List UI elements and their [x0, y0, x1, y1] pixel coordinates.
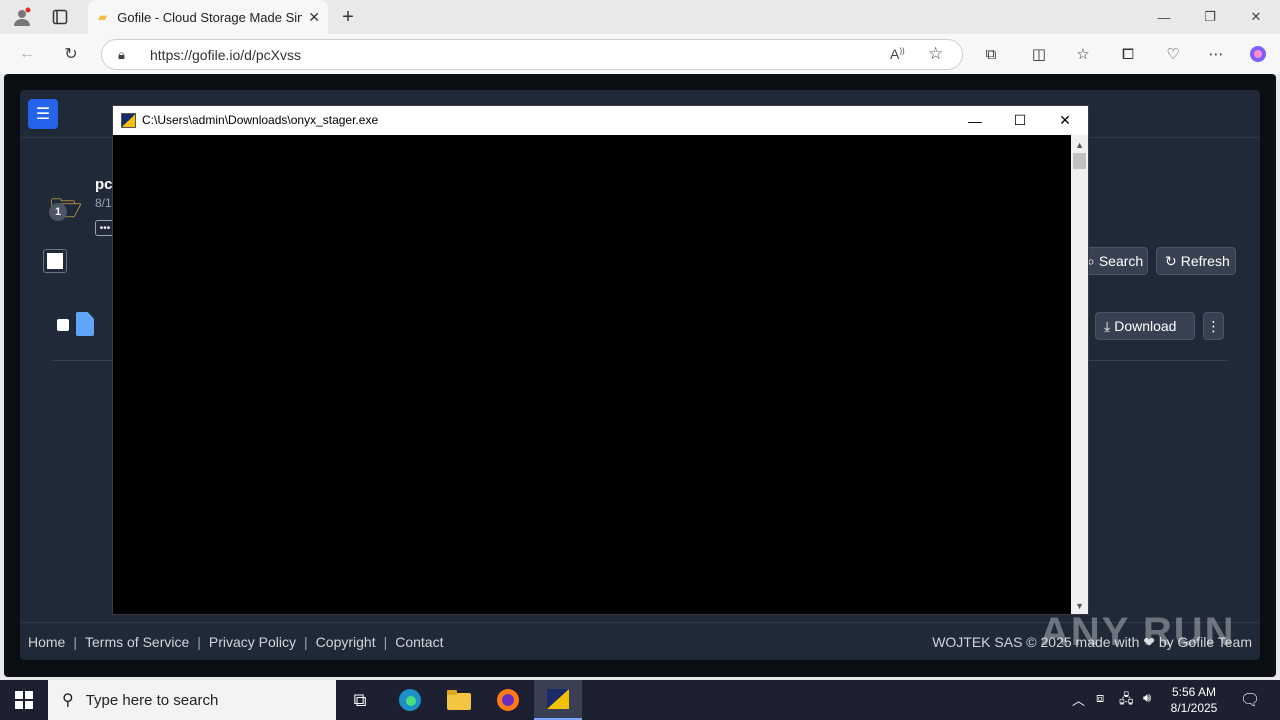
folder-name: pc	[95, 176, 113, 193]
footer-separator: |	[73, 634, 77, 650]
download-icon: ⤓	[1104, 317, 1111, 334]
restore-icon[interactable]: ❐	[1187, 0, 1233, 34]
favorite-star-icon[interactable]: ☆	[928, 44, 943, 64]
url-text: https://gofile.io/d/pcXvss	[150, 47, 301, 63]
kebab-menu-icon: ⋮	[1206, 317, 1221, 334]
notifications-icon[interactable]: 🗨︎	[1240, 690, 1260, 710]
close-tab-icon[interactable]: ✕	[308, 9, 320, 26]
watermark-logo: ANY RUN	[1040, 610, 1236, 654]
refresh-button[interactable]: ↻ Refresh	[1156, 247, 1236, 275]
file-explorer-icon[interactable]	[435, 680, 483, 720]
console-scrollbar[interactable]	[1071, 135, 1088, 614]
copilot-icon[interactable]	[1245, 42, 1271, 66]
console-title: C:\Users\admin\Downloads\onyx_stager.exe	[142, 113, 379, 127]
task-view-icon[interactable]: ⧉	[336, 680, 384, 720]
address-bar[interactable]: 🔒︎ https://gofile.io/d/pcXvss A)) ☆	[101, 39, 963, 70]
close-window-icon[interactable]: ✕	[1233, 0, 1279, 34]
browser-tab[interactable]: ▰ Gofile - Cloud Storage Made Simple ✕	[88, 0, 328, 34]
clock-time: 5:56 AM	[1171, 685, 1217, 699]
console-minimize-icon[interactable]: —	[952, 106, 998, 135]
footer-link-copyright[interactable]: Copyright	[316, 634, 376, 650]
download-button-label: Download	[1114, 318, 1177, 334]
minimize-icon[interactable]: —	[1141, 0, 1187, 34]
tab-title: Gofile - Cloud Storage Made Simple	[117, 9, 302, 25]
select-all-checkbox[interactable]	[43, 249, 67, 273]
reload-icon[interactable]: ↻	[58, 42, 84, 66]
split-screen-icon[interactable]: ◫	[1026, 42, 1052, 66]
tray-overflow-icon[interactable]: ︿	[1072, 690, 1085, 709]
file-icon	[76, 312, 94, 336]
footer-link-home[interactable]: Home	[28, 634, 65, 650]
folder-count-badge: 1	[49, 203, 67, 221]
footer-link-contact[interactable]: Contact	[395, 634, 443, 650]
network-icon[interactable]: 🖧︎	[1119, 690, 1134, 712]
console-maximize-icon[interactable]: ☐	[997, 106, 1043, 135]
taskbar-search-box[interactable]: ⚲ Type here to search	[48, 680, 336, 720]
refresh-icon: ↻	[1165, 252, 1177, 269]
scroll-thumb[interactable]	[1073, 153, 1086, 169]
favorites-icon[interactable]: ☆	[1070, 42, 1096, 66]
windows-start-icon[interactable]	[0, 680, 48, 720]
console-close-icon[interactable]: ✕	[1042, 106, 1088, 135]
search-icon: ⚲	[62, 692, 74, 709]
file-more-button[interactable]: ⋮	[1203, 312, 1224, 340]
extensions-icon[interactable]: ⧉	[978, 42, 1004, 66]
volume-icon[interactable]: 🔊︎	[1143, 690, 1151, 706]
footer-separator: |	[197, 634, 201, 650]
profile-icon[interactable]	[10, 5, 34, 29]
edge-browser-icon[interactable]	[386, 680, 434, 720]
search-button-label: Search	[1098, 253, 1144, 269]
console-app-icon	[121, 113, 136, 128]
windows-taskbar: ⚲ Type here to search ⧉ ︿ ⧈ 🖧︎ 🔊︎ 5:56 A…	[0, 680, 1280, 720]
more-options-icon[interactable]: ⋯	[1203, 42, 1229, 66]
firefox-icon[interactable]	[484, 680, 532, 720]
scroll-up-icon[interactable]: ▲	[1075, 140, 1084, 150]
lock-icon[interactable]: 🔒︎	[118, 47, 125, 63]
refresh-button-label: Refresh	[1180, 253, 1230, 269]
address-toolbar: ← ↻ 🔒︎ https://gofile.io/d/pcXvss A)) ☆ …	[0, 34, 1280, 74]
footer-separator: |	[383, 634, 388, 650]
new-tab-icon[interactable]: +	[336, 5, 360, 29]
read-aloud-icon[interactable]: A))	[890, 46, 905, 62]
footer-link-privacy[interactable]: Privacy Policy	[209, 634, 296, 650]
file-row-checkbox[interactable]	[57, 319, 69, 331]
tray-app-icon[interactable]: ⧈	[1096, 690, 1104, 706]
tab-actions-icon[interactable]	[48, 5, 72, 29]
folder-favicon-icon: ▰	[98, 10, 108, 24]
collections-icon[interactable]: ⧠	[1115, 42, 1141, 66]
back-icon[interactable]: ←	[14, 42, 40, 66]
folder-date: 8/1	[95, 196, 112, 210]
taskbar-clock[interactable]: 5:56 AM 8/1/2025	[1168, 684, 1220, 716]
taskbar-search-placeholder: Type here to search	[85, 691, 219, 709]
browser-essentials-icon[interactable]: ♡	[1160, 42, 1186, 66]
clock-date: 8/1/2025	[1170, 701, 1218, 715]
footer-separator: |	[304, 634, 308, 650]
footer-link-terms[interactable]: Terms of Service	[85, 634, 189, 650]
download-button[interactable]: ⤓ Download	[1095, 312, 1195, 340]
console-window[interactable]: C:\Users\admin\Downloads\onyx_stager.exe…	[112, 105, 1089, 615]
console-app-taskbar-icon[interactable]	[534, 680, 582, 720]
browser-tab-bar: ▰ Gofile - Cloud Storage Made Simple ✕ +…	[0, 0, 1280, 34]
hamburger-menu-button[interactable]: ☰	[28, 99, 58, 129]
console-title-bar[interactable]: C:\Users\admin\Downloads\onyx_stager.exe…	[113, 106, 1088, 135]
